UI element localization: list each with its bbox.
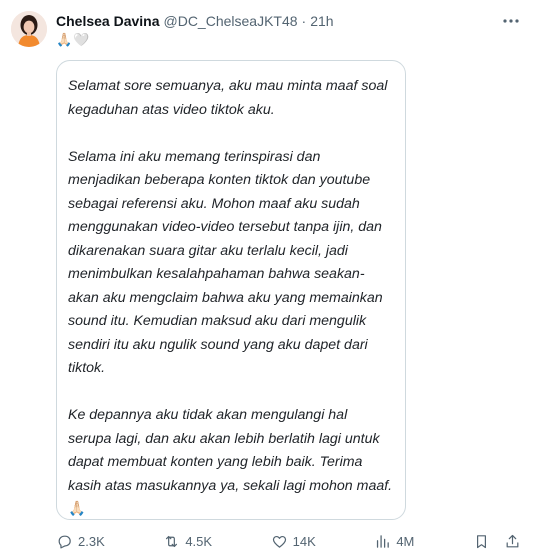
like-button[interactable]: 14K xyxy=(271,533,316,550)
share-icon xyxy=(506,534,519,548)
views-button[interactable]: 4M xyxy=(374,533,414,550)
reply-button[interactable]: 2.3K xyxy=(56,533,105,550)
separator-dot: · xyxy=(301,13,307,29)
repost-icon xyxy=(166,535,178,548)
avatar[interactable] xyxy=(11,11,47,47)
quote-paragraph: Ke depannya aku tidak akan mengulangi ha… xyxy=(68,404,393,522)
author-handle[interactable]: @DC_ChelseaJKT48 xyxy=(164,12,298,30)
share-button[interactable] xyxy=(504,533,521,550)
more-horizontal-icon[interactable] xyxy=(501,11,521,31)
repost-button[interactable]: 4.5K xyxy=(163,533,212,550)
post-text: 🙏🏻🤍 xyxy=(56,33,91,48)
quote-text: Ke depannya aku tidak akan mengulangi ha… xyxy=(68,407,393,494)
heart-icon xyxy=(272,535,286,548)
secondary-actions xyxy=(473,533,521,550)
reply-count: 2.3K xyxy=(78,534,105,549)
author-name[interactable]: Chelsea Davina xyxy=(56,12,160,30)
repost-count: 4.5K xyxy=(185,534,213,549)
bookmark-icon xyxy=(476,535,486,549)
text-image-card[interactable]: Selamat sore semuanya, aku mau minta maa… xyxy=(56,60,406,520)
views-chart-icon xyxy=(377,535,390,548)
reply-icon xyxy=(58,535,71,549)
tweet-header: Chelsea Davina @DC_ChelseaJKT48 · 21h xyxy=(56,12,495,30)
bookmark-button[interactable] xyxy=(473,533,490,550)
like-count: 14K xyxy=(292,534,316,549)
timestamp[interactable]: 21h xyxy=(310,12,333,30)
views-count: 4M xyxy=(396,534,415,549)
quote-paragraph: Selama ini aku memang terinspirasi dan m… xyxy=(68,148,383,377)
quote-paragraph: Selamat sore semuanya, aku mau minta maa… xyxy=(68,78,388,118)
prayer-emoji: 🙏🏻 xyxy=(68,501,86,517)
action-bar: 2.3K 4.5K 14K 4M xyxy=(56,533,521,550)
tweet: Chelsea Davina @DC_ChelseaJKT48 · 21h 🙏🏻… xyxy=(0,0,535,558)
